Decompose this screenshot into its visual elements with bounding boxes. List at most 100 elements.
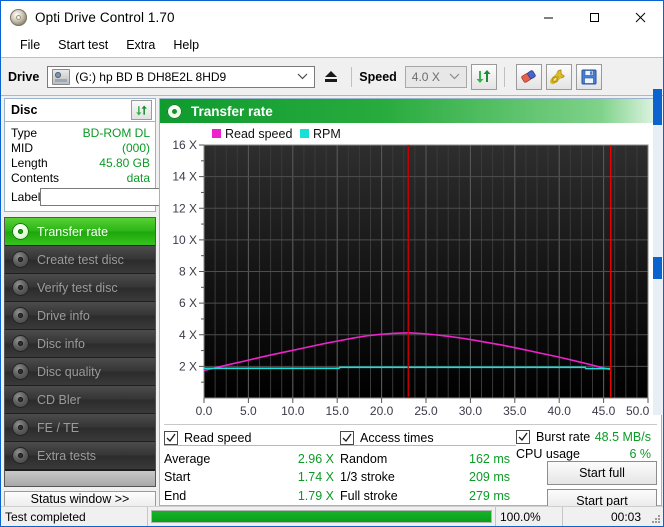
sidebar-item-drive-info[interactable]: Drive info xyxy=(5,302,155,330)
menu-item-extra[interactable]: Extra xyxy=(117,36,164,54)
drive-icon xyxy=(52,68,71,85)
disc-icon xyxy=(12,391,29,408)
eraser-icon[interactable] xyxy=(515,63,542,90)
tools-icon[interactable] xyxy=(545,63,572,90)
result-key: Full stroke xyxy=(340,488,398,503)
drive-select[interactable]: (G:) hp BD B DH8E2L 8HD9 xyxy=(47,65,316,88)
result-row-end: End 1.79 X xyxy=(164,486,340,505)
speed-select[interactable]: 4.0 X xyxy=(404,65,467,88)
disc-label-key: Label xyxy=(11,190,41,204)
status-window-button[interactable]: Status window >> xyxy=(4,491,156,507)
sidebar-item-create-test-disc[interactable]: Create test disc xyxy=(5,246,155,274)
scrollbar-thumb[interactable] xyxy=(653,257,662,279)
results-area: Read speed Average 2.96 X Start 1.74 X E… xyxy=(164,424,657,513)
sidebar-item-label: Verify test disc xyxy=(37,280,118,295)
toolbar-divider xyxy=(351,66,353,87)
disc-refresh-icon[interactable] xyxy=(131,100,152,120)
disc-icon xyxy=(12,223,29,240)
disc-icon xyxy=(12,279,29,296)
chart-canvas[interactable]: Read speed RPM 2 X 4 X 6 X 8 X 10 X 12 X 14 X 16 … xyxy=(164,127,652,422)
sidebar-item-cd-bler[interactable]: CD Bler xyxy=(5,386,155,414)
sidebar-item-label: FE / TE xyxy=(37,420,80,435)
y-axis-tick-label: 6 X xyxy=(179,296,197,310)
y-axis-tick-label: 12 X xyxy=(172,201,197,215)
refresh-icon[interactable] xyxy=(470,63,497,90)
result-value: 1.79 X xyxy=(297,488,334,503)
sidebar: Disc Type BD-ROM DL MID (000) Length 45.… xyxy=(1,96,243,507)
resize-grip-icon[interactable] xyxy=(647,507,663,526)
sidebar-item-verify-test-disc[interactable]: Verify test disc xyxy=(5,274,155,302)
x-axis-tick-label: 5.0 xyxy=(240,404,257,418)
menu-item-file[interactable]: File xyxy=(11,36,49,54)
burst-rate-label: Burst rate xyxy=(536,430,591,444)
sidebar-item-label: Disc info xyxy=(37,336,85,351)
sidebar-item-disc-info[interactable]: Disc info xyxy=(5,330,155,358)
vertical-scrollbar[interactable] xyxy=(653,89,662,415)
title-bar: Opti Drive Control 1.70 xyxy=(1,1,663,33)
disc-icon xyxy=(12,447,29,464)
read-speed-checkbox[interactable] xyxy=(164,430,178,445)
menu-item-help[interactable]: Help xyxy=(164,36,208,54)
disc-label-row: Label xyxy=(11,186,243,208)
x-axis-tick-label: 30.0 xyxy=(459,404,483,418)
sidebar-item-transfer-rate[interactable]: Transfer rate xyxy=(5,218,155,246)
x-axis-tick-label: 50.0 GB xyxy=(626,404,652,418)
result-row-average: Average 2.96 X xyxy=(164,449,340,468)
toolbar-divider xyxy=(503,66,505,87)
y-axis-tick-label: 14 X xyxy=(172,170,197,184)
sidebar-item-label: Drive info xyxy=(37,308,90,323)
result-key: 1/3 stroke xyxy=(340,470,395,485)
drive-label: Drive xyxy=(8,69,40,84)
result-value: 162 ms xyxy=(469,451,510,466)
burst-rate-header: Burst rate 48.5 MB/s xyxy=(516,430,657,444)
burst-rate-checkbox[interactable] xyxy=(516,430,530,444)
sidebar-item-label: CD Bler xyxy=(37,392,81,407)
sidebar-item-label: Disc quality xyxy=(37,364,101,379)
sidebar-nav-footer xyxy=(5,470,155,486)
x-axis-tick-label: 0.0 xyxy=(196,404,213,418)
sidebar-item-label: Extra tests xyxy=(37,448,97,463)
burst-rate-value: 48.5 MB/s xyxy=(594,430,651,444)
result-value: 279 ms xyxy=(469,488,510,503)
start-full-button[interactable]: Start full xyxy=(547,461,657,485)
save-icon[interactable] xyxy=(575,63,602,90)
transfer-rate-chart: Read speed RPM 2 X 4 X 6 X 8 X 10 X 12 X 14 X 16 … xyxy=(160,123,661,422)
menu-item-start-test[interactable]: Start test xyxy=(49,36,117,54)
access-times-checkbox[interactable] xyxy=(340,430,354,445)
elapsed-time: 00:03 xyxy=(610,509,641,524)
disc-row-type: Type BD-ROM DL xyxy=(11,125,150,140)
disc-icon xyxy=(12,419,29,436)
sidebar-item-extra-tests[interactable]: Extra tests xyxy=(5,442,155,470)
panel-header: Transfer rate xyxy=(160,99,661,123)
read-speed-results: Read speed Average 2.96 X Start 1.74 X E… xyxy=(164,430,340,505)
sidebar-item-disc-quality[interactable]: Disc quality xyxy=(5,358,155,386)
eject-button[interactable] xyxy=(318,63,345,90)
disc-row-key: Type xyxy=(11,125,38,140)
chevron-down-icon xyxy=(297,67,308,87)
y-axis-tick-label: 4 X xyxy=(179,328,197,342)
chevron-down-icon xyxy=(449,67,460,87)
result-value: 6 % xyxy=(629,447,651,461)
result-key: Average xyxy=(164,451,211,466)
disc-panel-title: Disc xyxy=(11,103,38,117)
read-speed-header: Read speed xyxy=(164,430,340,447)
x-axis-tick-label: 15.0 xyxy=(326,404,350,418)
disc-row-key: Contents xyxy=(11,170,60,185)
window-controls xyxy=(525,1,663,33)
x-axis-tick-label: 25.0 xyxy=(414,404,438,418)
disc-panel: Disc Type BD-ROM DL MID (000) Length 45.… xyxy=(4,98,243,212)
close-icon[interactable] xyxy=(617,1,663,33)
sidebar-nav: Transfer rate Create test disc Verify te… xyxy=(4,217,156,487)
result-row-full-stroke: Full stroke 279 ms xyxy=(340,486,516,505)
access-times-label: Access times xyxy=(360,430,434,445)
menu-bar: File Start test Extra Help xyxy=(1,33,663,58)
result-key: CPU usage xyxy=(516,447,580,461)
sidebar-item-fe-te[interactable]: FE / TE xyxy=(5,414,155,442)
maximize-icon[interactable] xyxy=(571,1,617,33)
result-row-random: Random 162 ms xyxy=(340,449,516,468)
minimize-icon[interactable] xyxy=(525,1,571,33)
disc-icon xyxy=(12,307,29,324)
access-times-header: Access times xyxy=(340,430,516,447)
scrollbar-thumb[interactable] xyxy=(653,89,662,125)
result-value: 2.96 X xyxy=(297,451,334,466)
